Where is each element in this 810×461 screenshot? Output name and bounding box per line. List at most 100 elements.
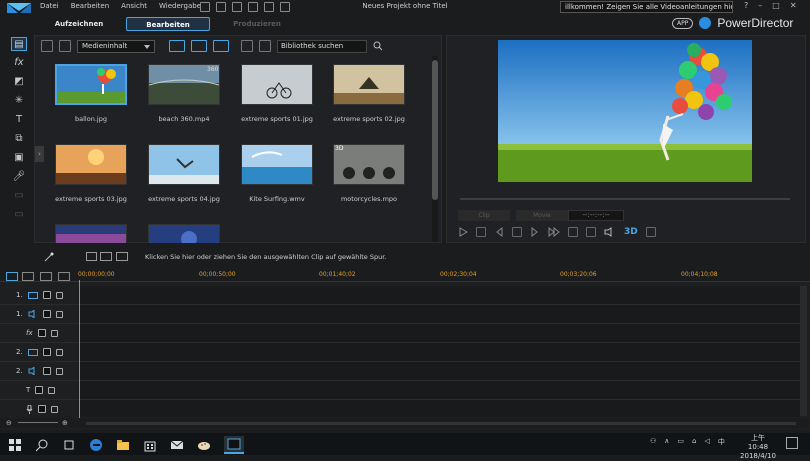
track-enable-checkbox[interactable] <box>38 405 46 413</box>
voice-over-icon[interactable]: 🎤︎ <box>11 170 27 184</box>
paint-icon[interactable] <box>197 438 211 452</box>
taskbar-clock[interactable]: 上午 10:48 2018/4/10 <box>740 434 776 461</box>
minimize-button[interactable]: – <box>758 1 762 10</box>
transition-room-icon[interactable]: ⧉ <box>11 132 27 146</box>
magic-tools-icon[interactable] <box>44 252 54 262</box>
track-title[interactable]: T <box>0 381 78 400</box>
file-explorer-icon[interactable] <box>116 438 130 452</box>
media-filter-dropdown[interactable]: Medieninhalt <box>77 39 155 53</box>
timeline-playhead[interactable] <box>79 280 80 420</box>
tab-capture[interactable]: Aufzeichnen <box>40 17 118 31</box>
media-thumb-extreme03[interactable] <box>55 144 127 185</box>
powerdirector-taskbar-icon[interactable] <box>224 436 244 454</box>
image-filter-icon[interactable] <box>191 40 207 52</box>
chapter-room-icon[interactable]: ▭ <box>11 189 27 203</box>
track-enable-checkbox[interactable] <box>42 291 51 299</box>
audio-mixing-icon[interactable]: ▣ <box>11 151 27 165</box>
lock-icon[interactable] <box>55 367 63 375</box>
media-thumb-extreme01[interactable] <box>241 64 313 105</box>
plugin-icon[interactable] <box>59 40 71 52</box>
play-icon[interactable] <box>458 227 468 237</box>
lock-icon[interactable] <box>55 310 63 318</box>
export-icon[interactable] <box>264 2 274 12</box>
search-icon[interactable] <box>373 41 383 51</box>
media-thumb-motorcycles[interactable] <box>333 144 405 185</box>
track-enable-checkbox[interactable] <box>37 329 46 337</box>
menu-playback[interactable]: Wiedergabe <box>159 2 201 10</box>
menu-file[interactable]: Datei <box>40 2 59 10</box>
prev-frame-icon[interactable] <box>494 227 504 237</box>
grid-view-icon[interactable] <box>241 40 253 52</box>
quality-icon[interactable] <box>586 227 596 237</box>
timeline-track-area[interactable] <box>78 286 800 419</box>
zoom-slider[interactable] <box>18 422 58 423</box>
fx-room-icon[interactable]: fx <box>11 56 27 70</box>
maximize-button[interactable]: □ <box>772 1 780 10</box>
close-button[interactable]: ✕ <box>790 1 797 10</box>
timeline-horizontal-scrollbar[interactable] <box>86 422 796 425</box>
stop-icon[interactable] <box>476 227 486 237</box>
fast-forward-icon[interactable] <box>548 227 560 237</box>
mail-icon[interactable] <box>170 438 184 452</box>
app-badge[interactable]: APP <box>672 17 694 29</box>
preview-seek-bar[interactable] <box>460 198 790 200</box>
track-enable-checkbox[interactable] <box>42 367 51 375</box>
tab-produce[interactable]: Produzieren <box>218 17 296 31</box>
media-thumb-ballon[interactable] <box>55 64 127 105</box>
import-icon[interactable] <box>41 40 53 52</box>
subtitle-room-icon[interactable]: ▭ <box>11 208 27 222</box>
edge-browser-icon[interactable] <box>89 438 103 452</box>
movie-mode-button[interactable]: Movie <box>516 210 568 221</box>
lock-icon[interactable] <box>51 405 58 413</box>
3d-toggle[interactable]: 3D <box>624 227 638 237</box>
library-search-input[interactable]: Bibliothek suchen <box>277 39 367 53</box>
undo-icon[interactable] <box>216 2 226 12</box>
particle-room-icon[interactable]: ✳ <box>11 94 27 108</box>
redo-icon[interactable] <box>232 2 242 12</box>
volume-icon[interactable] <box>604 227 616 237</box>
track-manager-icon[interactable] <box>40 272 52 281</box>
lock-icon[interactable] <box>55 348 63 356</box>
split-icon[interactable] <box>512 227 522 237</box>
people-icon[interactable]: ⚇ <box>650 437 656 447</box>
track-video-2[interactable]: 2. <box>0 343 78 362</box>
track-audio-2[interactable]: 2. <box>0 362 78 381</box>
media-room-icon[interactable]: ▤ <box>11 37 27 51</box>
video-filter-icon[interactable] <box>169 40 185 52</box>
pip-room-icon[interactable]: ◩ <box>11 75 27 89</box>
media-thumb-kitesurf[interactable] <box>241 144 313 185</box>
media-thumb-partial-1[interactable] <box>55 224 127 243</box>
zoom-out-icon[interactable]: ⊖ <box>6 419 12 427</box>
timeline-view-icon[interactable] <box>6 272 18 281</box>
menu-view[interactable]: Ansicht <box>121 2 147 10</box>
track-enable-checkbox[interactable] <box>42 310 51 318</box>
menu-edit[interactable]: Bearbeiten <box>71 2 109 10</box>
track-audio-1[interactable]: 1. <box>0 305 78 324</box>
store-icon[interactable] <box>143 438 157 452</box>
undock-preview-icon[interactable] <box>645 227 656 237</box>
lock-icon[interactable] <box>55 291 63 299</box>
settings-icon[interactable] <box>248 2 258 12</box>
track-voice[interactable] <box>0 400 78 419</box>
media-thumb-extreme04[interactable] <box>148 144 220 185</box>
sort-icon[interactable] <box>259 40 271 52</box>
lock-icon[interactable] <box>50 329 58 337</box>
help-button[interactable]: ? <box>744 1 748 10</box>
track-enable-checkbox[interactable] <box>42 348 51 356</box>
timeline-vertical-scrollbar[interactable] <box>800 286 807 416</box>
volume-tray-icon[interactable]: ◁ <box>704 437 709 447</box>
notification-icon[interactable] <box>699 17 712 29</box>
save-icon[interactable] <box>200 2 210 12</box>
snapshot-icon[interactable] <box>568 227 578 237</box>
insert-mode-icon[interactable] <box>86 252 97 261</box>
windows-start-icon[interactable] <box>8 438 22 452</box>
media-thumb-partial-2[interactable] <box>148 224 220 243</box>
audio-filter-icon[interactable] <box>213 40 229 52</box>
tutorial-notice[interactable]: illkommen! Zeigen Sie alle Videoanleitun… <box>560 1 733 13</box>
chevron-up-icon[interactable]: ∧ <box>664 437 669 447</box>
clip-mode-button[interactable]: Clip <box>458 210 510 221</box>
track-video-1[interactable]: 1. <box>0 286 78 305</box>
tab-edit[interactable]: Bearbeiten <box>126 17 210 31</box>
lock-icon[interactable] <box>48 386 56 394</box>
ime-indicator[interactable]: 中 <box>718 437 725 447</box>
